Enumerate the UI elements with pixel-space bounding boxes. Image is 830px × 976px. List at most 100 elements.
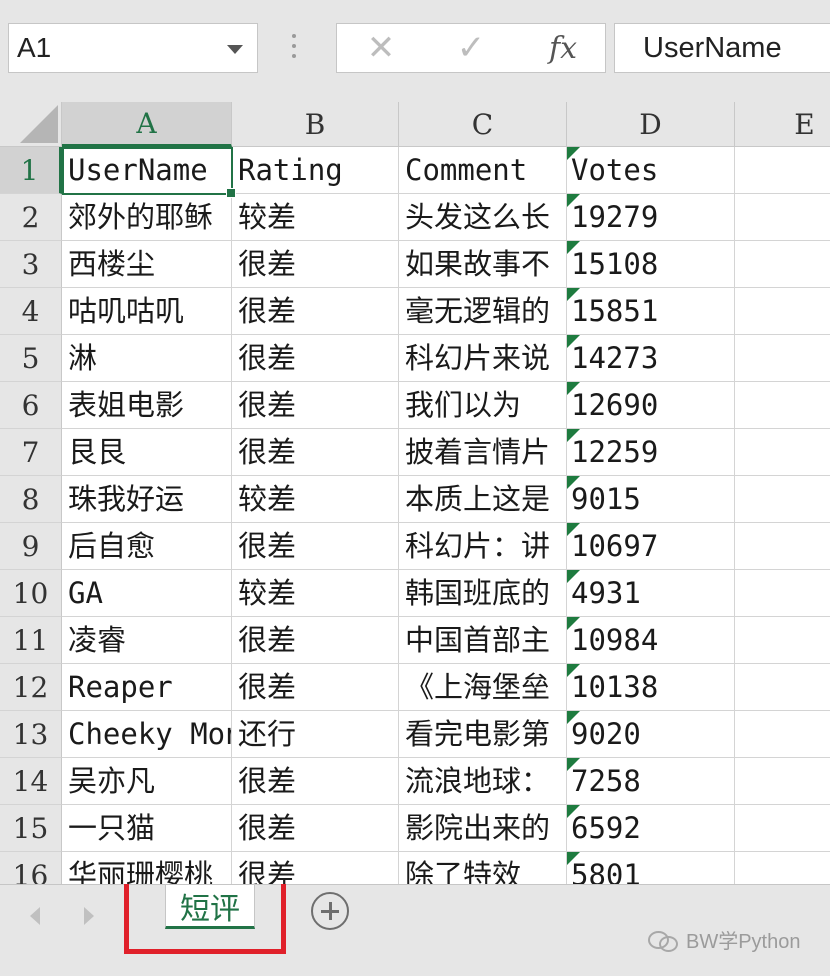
cell-e8[interactable]	[735, 476, 830, 523]
cell-b11[interactable]: 很差	[232, 617, 399, 664]
cell-b8[interactable]: 较差	[232, 476, 399, 523]
row-header[interactable]: 12	[0, 664, 62, 711]
cell-b1[interactable]: Rating	[232, 147, 399, 194]
plus-circle-icon[interactable]	[311, 892, 349, 930]
cell-b9[interactable]: 很差	[232, 523, 399, 570]
cell-d13[interactable]: 9020	[567, 711, 735, 758]
cell-b4[interactable]: 很差	[232, 288, 399, 335]
cell-a13[interactable]: Cheeky Monkey	[62, 711, 232, 758]
cell-d10[interactable]: 4931	[567, 570, 735, 617]
cell-c7[interactable]: 披着言情片	[399, 429, 567, 476]
error-indicator-icon[interactable]	[567, 805, 580, 818]
cell-a5[interactable]: 淋	[62, 335, 232, 382]
column-header-c[interactable]: C	[399, 102, 567, 147]
cell-a9[interactable]: 后自愈	[62, 523, 232, 570]
sheet-next-icon[interactable]	[84, 907, 94, 925]
select-all-button[interactable]	[0, 102, 62, 147]
cell-b6[interactable]: 很差	[232, 382, 399, 429]
cell-d11[interactable]: 10984	[567, 617, 735, 664]
cancel-icon[interactable]: ✕	[351, 24, 411, 72]
cell-a6[interactable]: 表姐电影	[62, 382, 232, 429]
cell-d6[interactable]: 12690	[567, 382, 735, 429]
cell-e14[interactable]	[735, 758, 830, 805]
cell-a15[interactable]: 一只猫	[62, 805, 232, 852]
cell-b2[interactable]: 较差	[232, 194, 399, 241]
row-header[interactable]: 1	[0, 147, 62, 194]
cell-a3[interactable]: 西楼尘	[62, 241, 232, 288]
row-header[interactable]: 11	[0, 617, 62, 664]
error-indicator-icon[interactable]	[567, 241, 580, 254]
cell-d9[interactable]: 10697	[567, 523, 735, 570]
cell-c10[interactable]: 韩国班底的	[399, 570, 567, 617]
formula-input[interactable]: UserName	[614, 23, 830, 73]
cell-b12[interactable]: 很差	[232, 664, 399, 711]
error-indicator-icon[interactable]	[567, 852, 580, 865]
check-icon[interactable]: ✓	[441, 24, 501, 72]
row-header[interactable]: 6	[0, 382, 62, 429]
cell-c3[interactable]: 如果故事不	[399, 241, 567, 288]
error-indicator-icon[interactable]	[567, 429, 580, 442]
cell-d4[interactable]: 15851	[567, 288, 735, 335]
cell-c5[interactable]: 科幻片来说	[399, 335, 567, 382]
cell-c4[interactable]: 毫无逻辑的	[399, 288, 567, 335]
cell-c6[interactable]: 我们以为	[399, 382, 567, 429]
cell-grid[interactable]: A B C D E 1 UserName Rating Comment Votes 2 郊外的耶稣 较差…	[0, 102, 830, 884]
row-header[interactable]: 4	[0, 288, 62, 335]
error-indicator-icon[interactable]	[567, 664, 580, 677]
cell-c15[interactable]: 影院出来的	[399, 805, 567, 852]
cell-b13[interactable]: 还行	[232, 711, 399, 758]
cell-d15[interactable]: 6592	[567, 805, 735, 852]
column-header-d[interactable]: D	[567, 102, 735, 147]
cell-e3[interactable]	[735, 241, 830, 288]
row-header[interactable]: 13	[0, 711, 62, 758]
cell-b16[interactable]: 很差	[232, 852, 399, 884]
cell-c16[interactable]: 除了特效	[399, 852, 567, 884]
cell-a8[interactable]: 珠我好运	[62, 476, 232, 523]
cell-a1[interactable]: UserName	[62, 147, 232, 194]
chevron-down-icon[interactable]	[227, 45, 243, 54]
cell-d7[interactable]: 12259	[567, 429, 735, 476]
error-indicator-icon[interactable]	[567, 147, 580, 160]
error-indicator-icon[interactable]	[567, 476, 580, 489]
cell-b15[interactable]: 很差	[232, 805, 399, 852]
cell-e16[interactable]	[735, 852, 830, 884]
row-header[interactable]: 14	[0, 758, 62, 805]
cell-d5[interactable]: 14273	[567, 335, 735, 382]
cell-a11[interactable]: 凌睿	[62, 617, 232, 664]
cell-a12[interactable]: Reaper	[62, 664, 232, 711]
cell-c1[interactable]: Comment	[399, 147, 567, 194]
error-indicator-icon[interactable]	[567, 758, 580, 771]
row-header[interactable]: 10	[0, 570, 62, 617]
cell-a10[interactable]: GA	[62, 570, 232, 617]
error-indicator-icon[interactable]	[567, 617, 580, 630]
cell-e15[interactable]	[735, 805, 830, 852]
cell-e10[interactable]	[735, 570, 830, 617]
error-indicator-icon[interactable]	[567, 711, 580, 724]
cell-c9[interactable]: 科幻片：讲	[399, 523, 567, 570]
cell-b5[interactable]: 很差	[232, 335, 399, 382]
cell-e4[interactable]	[735, 288, 830, 335]
cell-c8[interactable]: 本质上这是	[399, 476, 567, 523]
cell-b3[interactable]: 很差	[232, 241, 399, 288]
cell-c13[interactable]: 看完电影第	[399, 711, 567, 758]
cell-e7[interactable]	[735, 429, 830, 476]
error-indicator-icon[interactable]	[567, 335, 580, 348]
row-header[interactable]: 16	[0, 852, 62, 884]
error-indicator-icon[interactable]	[567, 288, 580, 301]
cell-a7[interactable]: 艮艮	[62, 429, 232, 476]
insert-function-button[interactable]: fx	[533, 24, 593, 72]
column-header-a[interactable]: A	[62, 102, 232, 147]
cell-e6[interactable]	[735, 382, 830, 429]
cell-d12[interactable]: 10138	[567, 664, 735, 711]
cell-e12[interactable]	[735, 664, 830, 711]
cell-d1[interactable]: Votes	[567, 147, 735, 194]
cell-a16[interactable]: 华丽珊樱桃	[62, 852, 232, 884]
error-indicator-icon[interactable]	[567, 382, 580, 395]
cell-d3[interactable]: 15108	[567, 241, 735, 288]
row-header[interactable]: 7	[0, 429, 62, 476]
cell-a2[interactable]: 郊外的耶稣	[62, 194, 232, 241]
cell-b7[interactable]: 很差	[232, 429, 399, 476]
cell-e1[interactable]	[735, 147, 830, 194]
cell-e11[interactable]	[735, 617, 830, 664]
cell-d14[interactable]: 7258	[567, 758, 735, 805]
